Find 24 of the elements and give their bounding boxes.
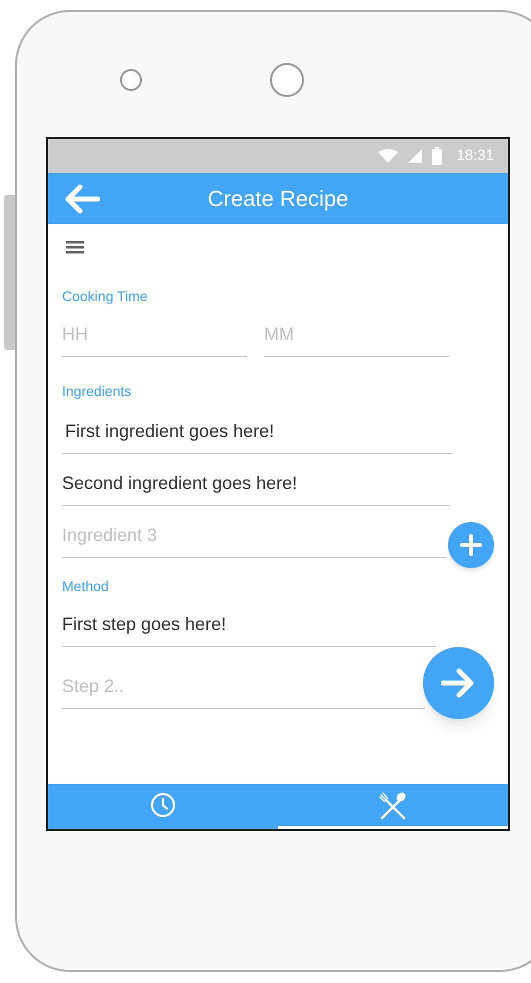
menu-button[interactable] xyxy=(66,241,84,254)
text-field[interactable]: Second ingredient goes here! xyxy=(62,470,450,506)
back-arrow-icon xyxy=(64,184,100,214)
menu-icon xyxy=(66,241,84,254)
section-label: Ingredients xyxy=(62,382,132,401)
signal-icon xyxy=(408,149,422,163)
text-field[interactable]: Ingredient 3 xyxy=(62,522,446,558)
text-field[interactable]: MM xyxy=(264,321,449,357)
clock-icon xyxy=(150,792,176,818)
text-field[interactable]: HH xyxy=(62,321,247,357)
screen-title: Create Recipe xyxy=(206,185,350,213)
battery-icon xyxy=(432,147,442,165)
section-label: Cooking Time xyxy=(62,287,149,306)
camera-drawing xyxy=(270,63,304,97)
add-button[interactable] xyxy=(448,522,494,568)
arrow-right-icon xyxy=(441,668,476,698)
wifi-icon xyxy=(378,149,398,163)
fork-and-spoon-icon xyxy=(378,790,408,820)
text-field[interactable]: Step 2.. xyxy=(62,673,425,709)
text-field[interactable]: First step goes here! xyxy=(62,611,436,647)
sensor-drawing xyxy=(120,69,142,91)
section-label: Method xyxy=(62,577,110,596)
text-field[interactable]: First ingredient goes here! xyxy=(62,418,452,454)
plus-icon xyxy=(460,534,482,556)
